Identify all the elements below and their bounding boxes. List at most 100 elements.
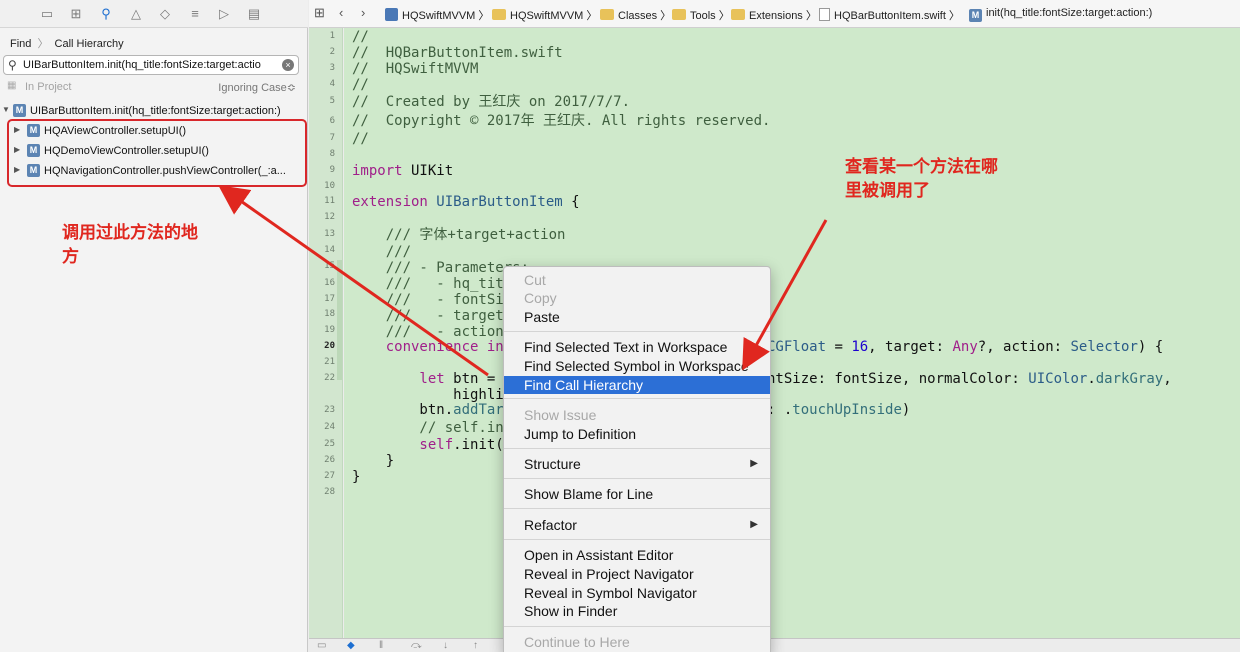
line-number: 2 xyxy=(329,47,335,57)
submenu-arrow-icon: ▶ xyxy=(750,519,758,530)
search-icon[interactable]: ⚲ xyxy=(97,5,115,23)
report-icon[interactable]: ▤ xyxy=(245,5,263,23)
project-icon xyxy=(385,8,398,21)
breadcrumb-separator: 〉 xyxy=(37,38,49,50)
test-icon[interactable]: ◇ xyxy=(156,5,174,23)
menu-item-continue-to-here[interactable]: Continue to Here xyxy=(504,633,770,651)
jumpbar-item-group[interactable]: HQSwiftMVVM 〉 xyxy=(492,7,597,23)
breakpoint-icon[interactable]: ▷ xyxy=(215,5,233,23)
line-number: 4 xyxy=(329,79,335,89)
find-mode-label[interactable]: Find xyxy=(10,38,31,50)
line-number: 28 xyxy=(324,487,335,497)
code-line: self.init( xyxy=(352,437,504,453)
menu-item-refactor[interactable]: Refactor ▶ xyxy=(504,516,770,534)
back-arrow-icon[interactable]: ‹ xyxy=(339,5,343,20)
source-editor[interactable]: // // HQBarButtonItem.swift // HQSwiftMV… xyxy=(344,28,1240,638)
jumpbar-item-symbol[interactable]: Minit(hq_title:fontSize:target:action:) xyxy=(969,7,1152,22)
swift-file-icon xyxy=(819,8,830,21)
code-line: // Created by 王红庆 on 2017/7/7. xyxy=(352,94,631,110)
submenu-arrow-icon: ▶ xyxy=(750,458,758,469)
search-scope-row: ▦ In Project Ignoring Case≎ xyxy=(0,78,306,96)
jumpbar-item-file[interactable]: HQBarButtonItem.swift 〉 xyxy=(819,7,960,23)
jumpbar-item-project[interactable]: HQSwiftMVVM 〉 xyxy=(385,7,489,23)
line-number: 24 xyxy=(324,422,335,432)
jumpbar-item-tools[interactable]: Tools 〉 xyxy=(672,7,730,23)
code-line: /// 字体+target+action xyxy=(352,227,566,243)
menu-item-find-call-hierarchy[interactable]: Find Call Hierarchy xyxy=(504,376,770,394)
code-line: /// - fontSize xyxy=(352,292,521,308)
hide-debug-area-icon[interactable]: ▭ xyxy=(317,640,326,651)
search-field[interactable]: ⚲ UIBarButtonItem.init(hq_title:fontSize… xyxy=(3,55,299,75)
call-hierarchy-mode-label[interactable]: Call Hierarchy xyxy=(55,38,124,50)
line-number: 18 xyxy=(324,309,335,319)
menu-item-reveal-project-navigator[interactable]: Reveal in Project Navigator xyxy=(504,565,770,583)
folder-icon[interactable]: ▭ xyxy=(38,5,56,23)
menu-item-structure[interactable]: Structure ▶ xyxy=(504,455,770,473)
jumpbar-item-extensions[interactable]: Extensions 〉 xyxy=(731,7,817,23)
line-number: 15 xyxy=(324,261,335,271)
line-number: 26 xyxy=(324,455,335,465)
line-number: 1 xyxy=(329,31,335,41)
line-number: 3 xyxy=(329,63,335,73)
code-line: extension UIBarButtonItem { xyxy=(352,194,580,210)
case-option[interactable]: Ignoring Case≎ xyxy=(218,81,296,94)
menu-item-show-in-finder[interactable]: Show in Finder xyxy=(504,602,770,620)
menu-item-paste[interactable]: Paste xyxy=(504,308,770,326)
menu-separator xyxy=(504,398,770,399)
line-number: 9 xyxy=(329,165,335,175)
callers-highlight-box xyxy=(7,119,307,187)
code-line: /// - hq_title xyxy=(352,276,521,292)
related-items-icon[interactable]: ⊞ xyxy=(314,5,325,21)
step-into-icon[interactable]: ↓ xyxy=(443,640,448,651)
code-fold-ribbon[interactable] xyxy=(337,260,342,380)
jump-bar: ⊞ ‹ › HQSwiftMVVM 〉 HQSwiftMVVM 〉 Classe… xyxy=(309,0,1240,28)
step-out-icon[interactable]: ↑ xyxy=(473,640,478,651)
pause-icon[interactable]: ‖ xyxy=(379,640,383,651)
context-menu: Cut Copy Paste Find Selected Text in Wor… xyxy=(503,266,771,652)
menu-item-find-text-in-workspace[interactable]: Find Selected Text in Workspace xyxy=(504,338,770,356)
menu-separator xyxy=(504,508,770,509)
symbol-navigator-icon[interactable]: ⊞ xyxy=(67,5,85,23)
line-number: 27 xyxy=(324,471,335,481)
menu-item-reveal-symbol-navigator[interactable]: Reveal in Symbol Navigator xyxy=(504,584,770,602)
annotation-usage-note: 查看某一个方法在哪里被调用了 xyxy=(845,157,998,200)
breakpoints-toggle-icon[interactable]: ◆ xyxy=(347,640,355,651)
search-input[interactable]: UIBarButtonItem.init(hq_title:fontSize:t… xyxy=(23,59,281,71)
debug-icon[interactable]: ≡ xyxy=(186,5,204,23)
warning-icon[interactable]: △ xyxy=(127,5,145,23)
menu-item-jump-to-definition[interactable]: Jump to Definition xyxy=(504,425,770,443)
call-hierarchy-root[interactable]: ▼ M UIBarButtonItem.init(hq_title:fontSi… xyxy=(0,102,306,120)
code-line: /// - target xyxy=(352,308,504,324)
code-line: import UIKit xyxy=(352,163,454,179)
code-line: // HQBarButtonItem.swift xyxy=(352,45,563,61)
code-line: // Copyright © 2017年 王红庆. All rights res… xyxy=(352,113,771,129)
menu-item-show-blame[interactable]: Show Blame for Line xyxy=(504,485,770,503)
code-line: // xyxy=(352,131,369,147)
jumpbar-item-classes[interactable]: Classes 〉 xyxy=(600,7,671,23)
line-number-current: 20 xyxy=(324,341,335,351)
method-icon: M xyxy=(13,104,26,117)
clear-search-icon[interactable]: × xyxy=(282,59,294,71)
line-number: 8 xyxy=(329,149,335,159)
menu-item-cut[interactable]: Cut xyxy=(504,271,770,289)
forward-arrow-icon[interactable]: › xyxy=(361,5,365,20)
code-line: convenience in xyxy=(352,339,504,355)
menu-item-open-assistant-editor[interactable]: Open in Assistant Editor xyxy=(504,546,770,564)
line-number: 14 xyxy=(324,245,335,255)
menu-separator xyxy=(504,448,770,449)
magnifier-icon: ⚲ xyxy=(8,58,17,72)
menu-item-copy[interactable]: Copy xyxy=(504,289,770,307)
scope-label[interactable]: In Project xyxy=(25,81,71,93)
code-line: /// xyxy=(352,244,412,260)
menu-item-find-symbol-in-workspace[interactable]: Find Selected Symbol in Workspace xyxy=(504,357,770,375)
root-method-label: UIBarButtonItem.init(hq_title:fontSize:t… xyxy=(30,105,281,117)
menu-separator xyxy=(504,539,770,540)
navigator-breadcrumb: Find 〉 Call Hierarchy xyxy=(10,35,124,51)
menu-item-show-issue[interactable]: Show Issue xyxy=(504,406,770,424)
code-line-tail: : .touchUpInside) xyxy=(767,402,911,418)
disclosure-open-icon[interactable]: ▼ xyxy=(2,105,10,114)
scope-icon: ▦ xyxy=(7,80,17,91)
step-over-icon[interactable]: ⤼ xyxy=(411,640,422,651)
line-number: 11 xyxy=(324,196,335,206)
line-number: 10 xyxy=(324,181,335,191)
